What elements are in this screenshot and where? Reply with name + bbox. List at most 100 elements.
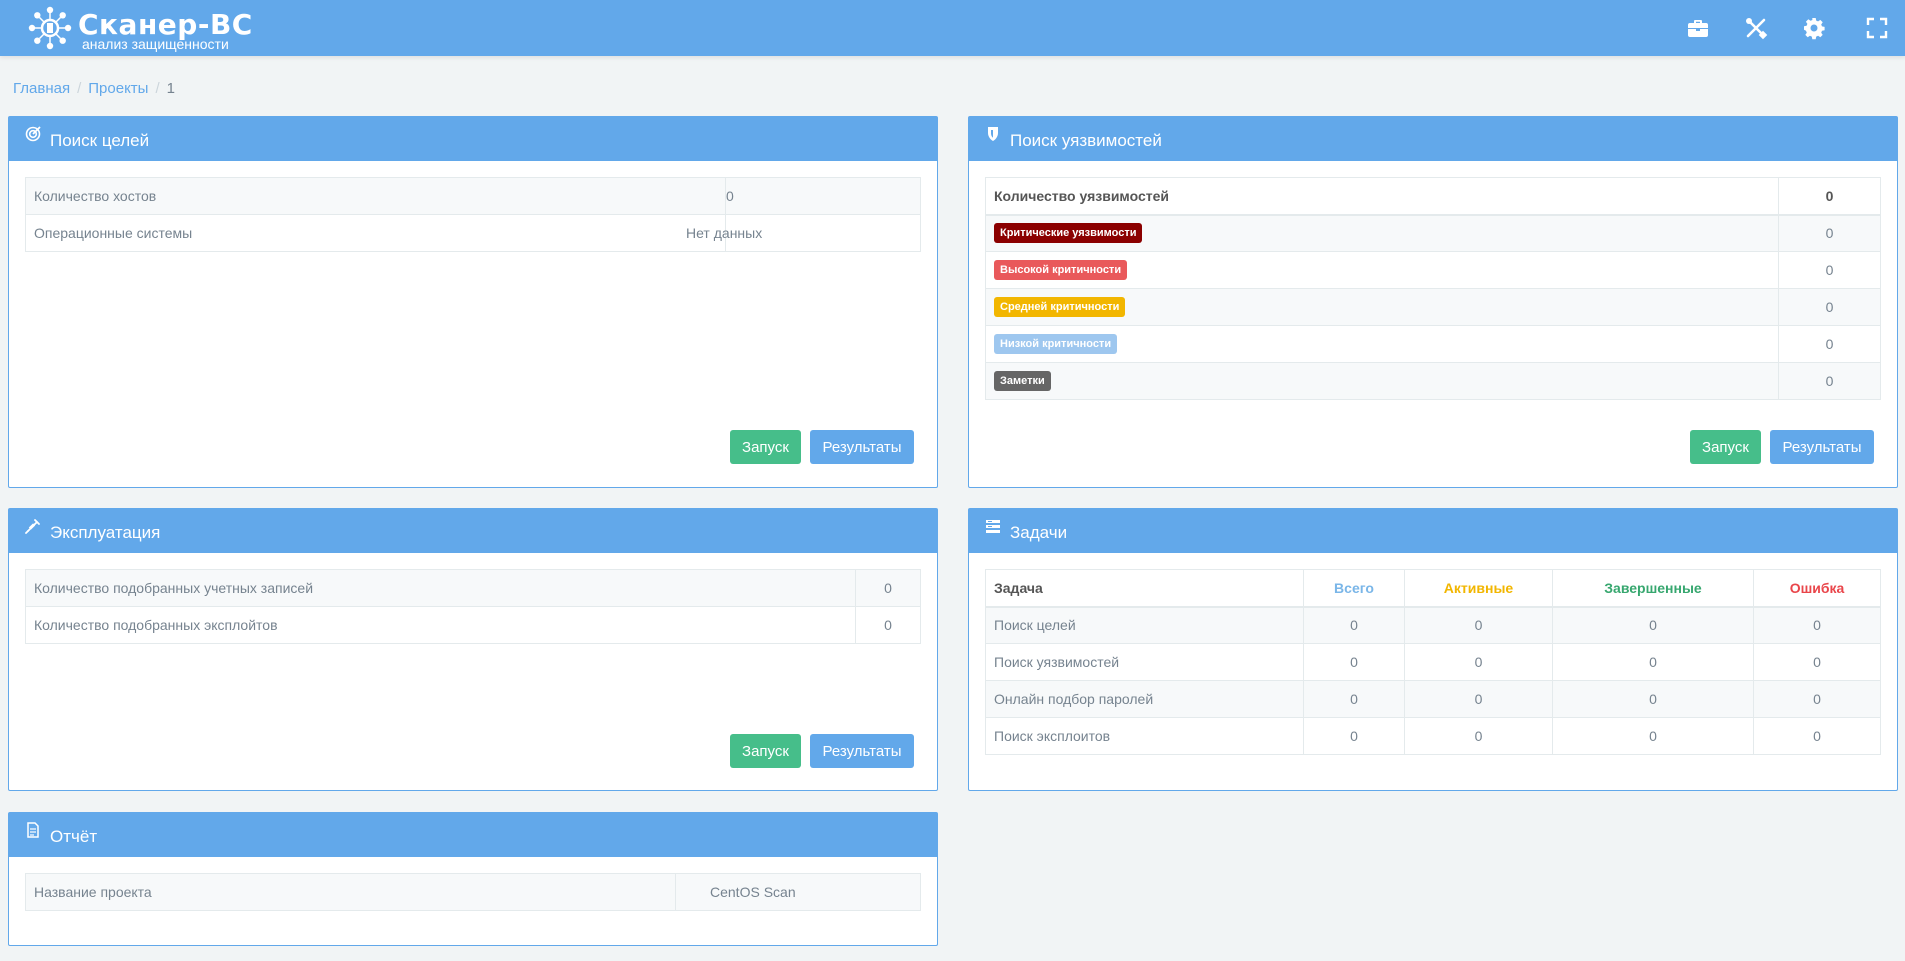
table-row: Заметки 0 [985,362,1881,400]
breadcrumb: Главная / Проекты/1 [13,80,175,97]
breadcrumb-home-link[interactable]: Главная [13,80,70,97]
row-label: Количество подобранных учетных записей [25,569,856,607]
low-badge: Низкой критичности [994,334,1118,354]
notes-count: 0 [1778,362,1881,400]
task-done: 0 [1552,606,1754,644]
task-name: Поиск уязвимостей [985,643,1304,681]
table-row: Поиск эксплоитов 0 0 0 0 [985,717,1881,755]
row-value: CentOS Scan [675,873,921,911]
table-row: Критические уязвимости 0 [985,214,1881,252]
task-total: 0 [1303,643,1405,681]
exploitation-results-button[interactable]: Результаты [810,734,914,768]
row-value: 0 [855,569,921,607]
target-search-panel: Поиск целей Количество хостов 0 Операцио… [8,116,938,488]
logo-network-icon [28,6,72,50]
table-row: Поиск уязвимостей 0 0 0 0 [985,643,1881,681]
high-badge: Высокой критичности [994,260,1128,280]
table-row: Операционные системы Нет данных [25,214,921,252]
fullscreen-icon[interactable] [1865,16,1889,40]
task-active: 0 [1404,643,1553,681]
report-panel: Отчёт Название проекта CentOS Scan [8,812,938,946]
row-label-cell: Критические уязвимости [985,214,1779,252]
task-error: 0 [1753,717,1881,755]
column-header-done: Завершенные [1552,569,1754,608]
task-name: Онлайн подбор паролей [985,680,1304,718]
breadcrumb-projects-link[interactable]: Проекты [88,80,148,97]
task-done: 0 [1552,680,1754,718]
top-navbar: Сканер-ВС анализ защищенности [0,0,1905,56]
exploitation-table: Количество подобранных учетных записей 0… [25,569,921,644]
task-error: 0 [1753,606,1881,644]
task-done: 0 [1552,643,1754,681]
exploitation-start-button[interactable]: Запуск [730,734,801,768]
breadcrumb-current: 1 [166,80,175,97]
row-label-cell: Высокой критичности [985,251,1779,289]
low-count: 0 [1778,325,1881,363]
table-row: Низкой критичности 0 [985,325,1881,363]
column-header-task: Задача [985,569,1304,608]
task-total: 0 [1303,680,1405,718]
vuln-search-panel-header: Поиск уязвимостей [969,117,1897,161]
vuln-search-results-button[interactable]: Результаты [1770,430,1874,464]
row-label: Операционные системы [25,214,726,252]
row-label: Количество хостов [25,177,726,215]
panel-title: Задачи [1010,523,1068,542]
table-row: Название проекта CentOS Scan [25,873,921,911]
os-value: Нет данных [686,225,763,241]
row-value: Нет данных [686,214,921,252]
target-search-results-button[interactable]: Результаты [810,430,914,464]
report-panel-header: Отчёт [9,813,937,857]
row-value: 0 [855,606,921,644]
task-active: 0 [1404,680,1553,718]
exploitation-panel: Эксплуатация Количество подобранных учет… [8,508,938,791]
row-label: Название проекта [25,873,676,911]
vuln-search-start-button[interactable]: Запуск [1690,430,1761,464]
panel-title: Поиск целей [50,131,150,150]
target-search-start-button[interactable]: Запуск [730,430,801,464]
task-name: Поиск целей [985,606,1304,644]
task-error: 0 [1753,643,1881,681]
row-label-cell: Средней критичности [985,288,1779,326]
notes-badge: Заметки [994,371,1051,391]
panel-title: Эксплуатация [50,523,161,542]
target-search-panel-header: Поиск целей [9,117,937,161]
panel-title: Поиск уязвимостей [1010,131,1162,150]
tools-icon[interactable] [1744,16,1768,40]
tasks-panel: Задачи Задача Всего Активные Завершенные… [968,508,1898,791]
table-header-row: Количество уязвимостей 0 [985,177,1881,216]
column-header-error: Ошибка [1753,569,1881,608]
table-row: Количество подобранных учетных записей 0 [25,569,921,607]
target-icon [25,126,41,142]
exploitation-panel-header: Эксплуатация [9,509,937,553]
row-label-cell: Заметки [985,362,1779,400]
medium-badge: Средней критичности [994,297,1126,317]
syringe-icon [25,519,40,534]
column-header-active: Активные [1404,569,1553,608]
tasks-panel-header: Задачи [969,509,1897,553]
document-icon [27,822,39,838]
tasks-table: Задача Всего Активные Завершенные Ошибка… [985,569,1881,755]
settings-gear-icon[interactable] [1802,16,1826,40]
task-name: Поиск эксплоитов [985,717,1304,755]
shield-icon [988,127,998,141]
task-total: 0 [1303,717,1405,755]
task-total: 0 [1303,606,1405,644]
critical-badge: Критические уязвимости [994,223,1143,244]
project-name-value: CentOS Scan [710,884,796,900]
critical-count: 0 [1778,214,1881,252]
vuln-count-value: 0 [1778,177,1881,216]
task-done: 0 [1552,717,1754,755]
row-value: 0 [725,177,921,215]
tasks-list-icon [986,520,1000,533]
table-row: Онлайн подбор паролей 0 0 0 0 [985,680,1881,718]
row-label: Количество подобранных эксплойтов [25,606,856,644]
vuln-count-label: Количество уязвимостей [985,177,1779,216]
task-active: 0 [1404,717,1553,755]
row-label-cell: Низкой критичности [985,325,1779,363]
vuln-search-panel: Поиск уязвимостей Количество уязвимостей… [968,116,1898,488]
table-row: Количество хостов 0 [25,177,921,215]
panel-title: Отчёт [50,827,98,846]
table-header-row: Задача Всего Активные Завершенные Ошибка [985,569,1881,608]
task-active: 0 [1404,606,1553,644]
briefcase-icon[interactable] [1686,16,1710,40]
